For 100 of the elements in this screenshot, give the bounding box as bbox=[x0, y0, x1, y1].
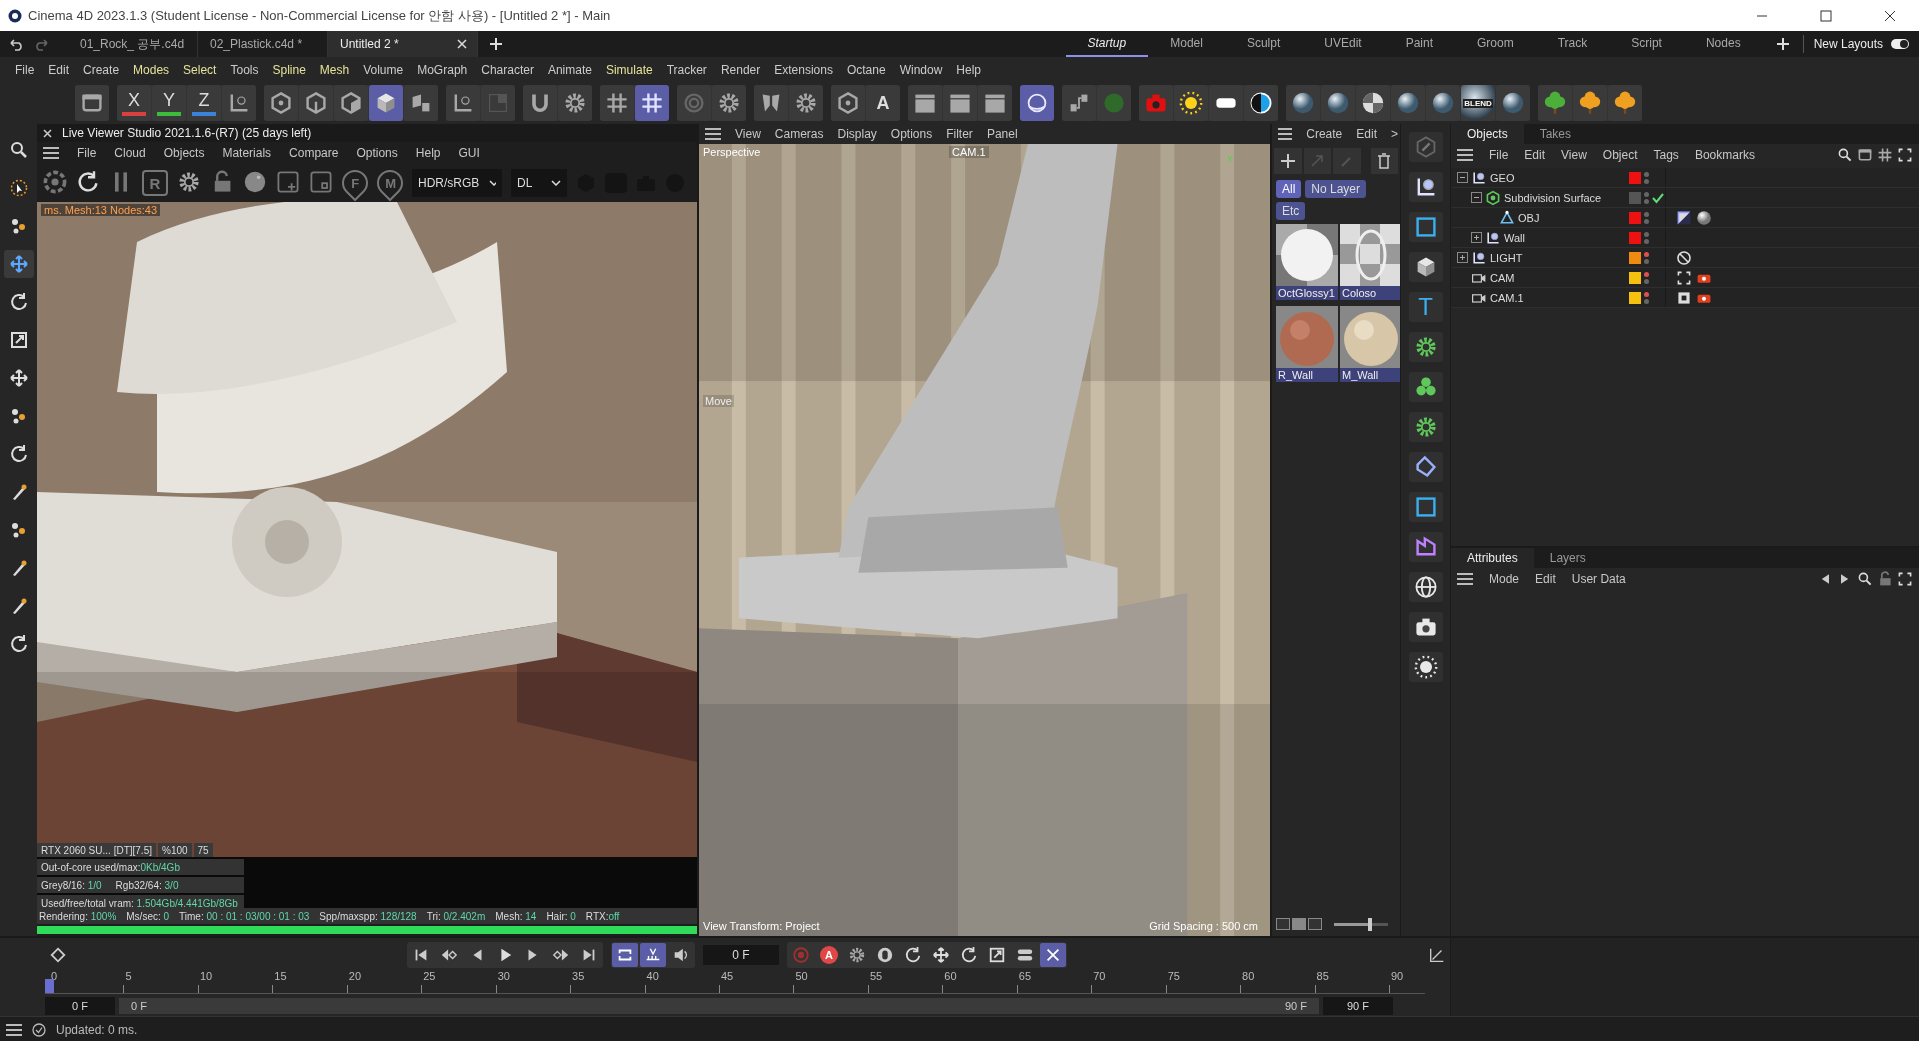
menu-item[interactable]: Tools bbox=[223, 62, 266, 77]
object-row[interactable]: Subdivision Surface bbox=[1451, 188, 1919, 208]
menu-item[interactable]: Octane bbox=[839, 62, 893, 77]
menu-item[interactable]: Edit bbox=[1524, 148, 1546, 162]
menu-item[interactable]: Options bbox=[890, 127, 933, 141]
menu-item[interactable]: Cloud bbox=[114, 146, 146, 160]
menu-item[interactable]: Modes bbox=[126, 62, 177, 77]
object-name: Wall bbox=[1504, 231, 1525, 244]
panel-tab[interactable]: Attributes bbox=[1451, 548, 1534, 568]
menu-item[interactable]: GUI bbox=[458, 146, 480, 160]
layout-tab[interactable]: Groom bbox=[1455, 31, 1536, 57]
layout-tab[interactable]: UVEdit bbox=[1302, 31, 1384, 57]
kernel-dropdown[interactable]: DL bbox=[511, 169, 567, 197]
render-stat-text: Mesh: 14 bbox=[495, 910, 537, 922]
menu-item[interactable]: Select bbox=[176, 62, 224, 77]
range-end-field[interactable]: 90 F bbox=[1323, 997, 1393, 1015]
menu-item[interactable]: File bbox=[1489, 148, 1509, 162]
menu-item[interactable]: Help bbox=[415, 146, 441, 160]
menu-item[interactable]: Bookmarks bbox=[1694, 148, 1755, 162]
frame-label: 85 bbox=[1316, 970, 1329, 982]
layout-tab[interactable]: Nodes bbox=[1683, 31, 1763, 57]
frame-label: 90 bbox=[1391, 970, 1404, 982]
menu-item[interactable]: Display bbox=[837, 127, 877, 141]
object-row[interactable]: GEO bbox=[1451, 168, 1919, 188]
blend-material-button[interactable]: BLEND bbox=[1461, 85, 1495, 121]
layout-tab[interactable]: Paint bbox=[1383, 31, 1455, 57]
menu-item[interactable]: Panel bbox=[986, 127, 1018, 141]
menu-item[interactable]: Animate bbox=[540, 62, 599, 77]
object-row[interactable]: Wall bbox=[1451, 228, 1919, 248]
menu-item[interactable]: Object bbox=[1602, 148, 1638, 162]
menu-item[interactable]: > bbox=[1391, 127, 1398, 141]
menu-item[interactable]: Edit bbox=[1535, 572, 1556, 586]
menu-item[interactable]: Character bbox=[474, 62, 541, 77]
menu-item[interactable]: Mode bbox=[1489, 572, 1520, 586]
menu-item[interactable]: Filter bbox=[946, 127, 973, 141]
stat-text: Grey8/16: 1/0 bbox=[41, 879, 102, 891]
render-region-button[interactable]: R bbox=[142, 170, 168, 196]
menu-item[interactable]: Simulate bbox=[598, 62, 660, 77]
layout-tab[interactable]: Track bbox=[1535, 31, 1610, 57]
menu-item[interactable]: Window bbox=[892, 62, 950, 77]
panel-tab[interactable]: Layers bbox=[1533, 548, 1602, 568]
material-name[interactable]: M_Wall bbox=[1340, 368, 1402, 382]
axis-lock-button[interactable]: X bbox=[117, 85, 151, 121]
toolbar-button[interactable]: A bbox=[866, 85, 900, 121]
status-text: Updated: 0 ms. bbox=[56, 1022, 138, 1037]
menu-item[interactable]: File bbox=[8, 62, 42, 77]
menu-item[interactable]: Extensions bbox=[767, 62, 840, 77]
object-row[interactable]: CAM.1 bbox=[1451, 288, 1919, 308]
render-info-text: ms. Mesh:13 Nodes:43 bbox=[41, 204, 161, 216]
material-name[interactable]: R_Wall bbox=[1276, 368, 1338, 382]
menu-item[interactable]: File bbox=[77, 146, 97, 160]
menu-item[interactable]: Spline bbox=[265, 62, 313, 77]
filter-chip[interactable]: No Layer bbox=[1305, 180, 1367, 198]
menu-item[interactable]: Create bbox=[1306, 127, 1343, 141]
menu-item[interactable]: Compare bbox=[289, 146, 339, 160]
menu-item[interactable]: Cameras bbox=[774, 127, 824, 141]
menu-item[interactable]: Volume bbox=[356, 62, 411, 77]
menu-item[interactable]: Tags bbox=[1653, 148, 1679, 162]
filter-chip[interactable]: Etc bbox=[1276, 202, 1306, 220]
frame-label: 5 bbox=[125, 970, 132, 982]
new-layouts-label: New Layouts bbox=[1813, 37, 1883, 51]
menu-item[interactable]: MoGraph bbox=[410, 62, 475, 77]
menu-item[interactable]: Options bbox=[356, 146, 398, 160]
material-name[interactable]: Coloso bbox=[1340, 286, 1402, 300]
active-camera-label: CAM.1 bbox=[949, 146, 989, 158]
menu-item[interactable]: View bbox=[1561, 148, 1587, 162]
menu-item[interactable]: View bbox=[735, 127, 761, 141]
text-tool-button[interactable]: T bbox=[1408, 292, 1443, 322]
menu-item[interactable]: Mesh bbox=[312, 62, 357, 77]
menu-item[interactable]: User Data bbox=[1571, 572, 1626, 586]
filter-chip[interactable]: All bbox=[1276, 180, 1302, 198]
stat-text: Rgb32/64: 3/0 bbox=[115, 879, 179, 891]
range-slider[interactable]: 0 F 90 F bbox=[119, 998, 1319, 1014]
menu-item[interactable]: Help bbox=[949, 62, 988, 77]
object-row[interactable]: OBJ bbox=[1451, 208, 1919, 228]
menu-item[interactable]: Edit bbox=[41, 62, 77, 77]
current-frame-field[interactable]: 0 F bbox=[703, 945, 779, 965]
range-label: 0 F bbox=[131, 1000, 147, 1012]
menu-item[interactable]: Objects bbox=[163, 146, 205, 160]
menu-item[interactable]: Tracker bbox=[659, 62, 714, 77]
range-start-field[interactable]: 0 F bbox=[45, 997, 115, 1015]
frame-label: 65 bbox=[1018, 970, 1031, 982]
layout-tab[interactable]: Sculpt bbox=[1224, 31, 1303, 57]
frame-label: 80 bbox=[1242, 970, 1255, 982]
layout-tab[interactable]: Script bbox=[1609, 31, 1684, 57]
axis-lock-button[interactable]: Z bbox=[187, 85, 221, 121]
object-name: LIGHT bbox=[1490, 251, 1523, 264]
menu-item[interactable]: Edit bbox=[1356, 127, 1377, 141]
object-row[interactable]: LIGHT bbox=[1451, 248, 1919, 268]
menu-item[interactable]: Materials bbox=[222, 146, 272, 160]
panel-tab[interactable]: Takes bbox=[1523, 124, 1588, 144]
material-name[interactable]: OctGlossy1 bbox=[1276, 286, 1338, 300]
panel-tab[interactable]: Objects bbox=[1451, 124, 1524, 144]
menu-item[interactable]: Render bbox=[713, 62, 768, 77]
menu-item[interactable]: Create bbox=[76, 62, 127, 77]
object-row[interactable]: CAM bbox=[1451, 268, 1919, 288]
axis-lock-button[interactable]: Y bbox=[152, 85, 186, 121]
layout-tab[interactable]: Model bbox=[1148, 31, 1225, 57]
color-space-dropdown[interactable]: HDR/sRGB bbox=[412, 169, 502, 197]
document-tab[interactable]: Untitled 2 * bbox=[328, 31, 478, 57]
